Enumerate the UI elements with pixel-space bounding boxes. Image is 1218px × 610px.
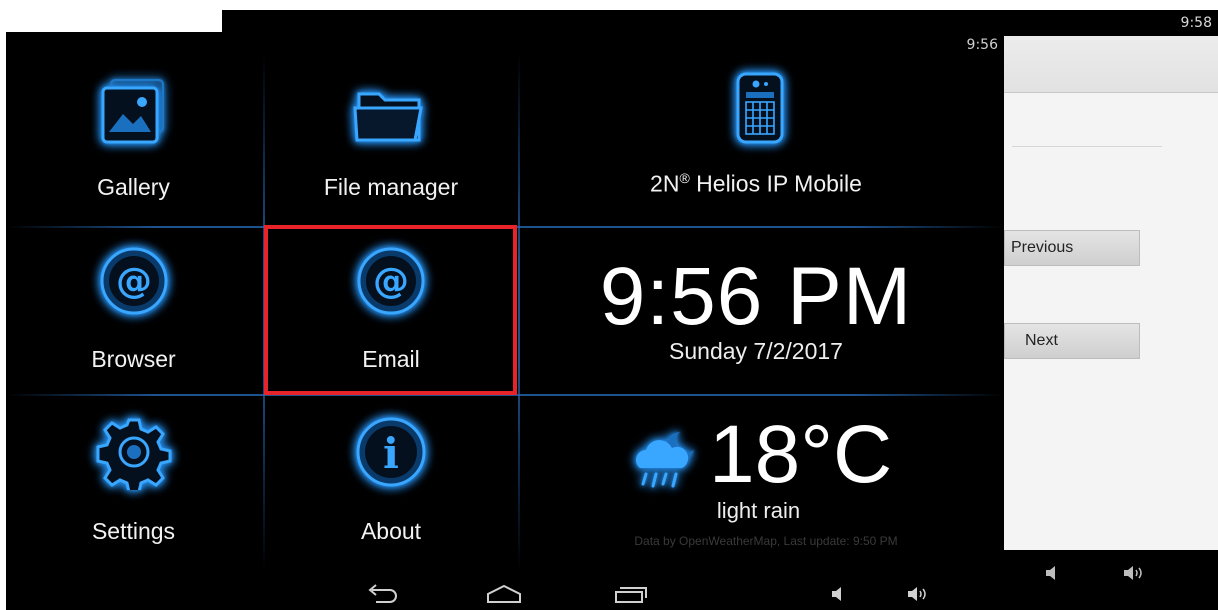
- at-sign-icon: @: [100, 247, 167, 315]
- volume-up-icon[interactable]: [906, 585, 928, 603]
- tile-label: Browser: [91, 346, 176, 372]
- gear-icon: [96, 418, 171, 490]
- status-clock: 9:58: [1180, 15, 1212, 31]
- gallery-icon: [101, 79, 164, 144]
- svg-text:@: @: [116, 261, 152, 302]
- tile-label: About: [360, 518, 422, 544]
- intercom-title: 2N® Helios IP Mobile: [551, 170, 961, 198]
- tile-settings[interactable]: Settings: [6, 396, 261, 572]
- volume-down-icon[interactable]: [830, 585, 846, 603]
- weather-condition: light rain: [716, 498, 801, 523]
- volume-up-icon[interactable]: [1122, 564, 1144, 582]
- clock-time[interactable]: 9:56 PM: [551, 250, 961, 344]
- cloud-rain-moon-icon: [636, 432, 694, 488]
- registered-mark: ®: [679, 170, 690, 186]
- divider: [1012, 146, 1162, 147]
- tile-about[interactable]: i About: [265, 396, 517, 572]
- tile-label: File manager: [323, 174, 459, 200]
- svg-text:i: i: [383, 429, 399, 478]
- status-clock: 9:56: [966, 37, 998, 53]
- folder-icon: [353, 92, 423, 142]
- selection-highlight: [264, 225, 517, 395]
- brand-name: 2N: [650, 170, 680, 197]
- tile-label: Gallery: [97, 174, 170, 200]
- weather-credit: Data by OpenWeatherMap, Last update: 9:5…: [634, 534, 898, 548]
- previous-button[interactable]: Previous: [1004, 230, 1140, 266]
- next-button[interactable]: Next: [1004, 323, 1140, 359]
- tile-label: Settings: [91, 518, 176, 544]
- clock-date: Sunday 7/2/2017: [669, 338, 843, 364]
- tile-browser[interactable]: @ Browser: [6, 228, 261, 392]
- tile-helios-ip-mobile[interactable]: [520, 52, 1004, 224]
- recent-apps-icon[interactable]: [614, 584, 648, 604]
- info-icon: i: [356, 417, 426, 487]
- back-icon[interactable]: [366, 584, 398, 604]
- intercom-phone-icon: [736, 72, 784, 144]
- tile-file-manager[interactable]: File manager: [265, 52, 517, 224]
- app-name: Helios IP Mobile: [689, 170, 862, 197]
- launcher-screen: 9:56 Gallery File manager @ Browser @ Em…: [6, 32, 1004, 610]
- volume-down-icon[interactable]: [1044, 564, 1060, 582]
- home-icon[interactable]: [486, 584, 522, 604]
- tile-gallery[interactable]: Gallery: [6, 52, 261, 224]
- temperature[interactable]: 18°C: [709, 408, 892, 502]
